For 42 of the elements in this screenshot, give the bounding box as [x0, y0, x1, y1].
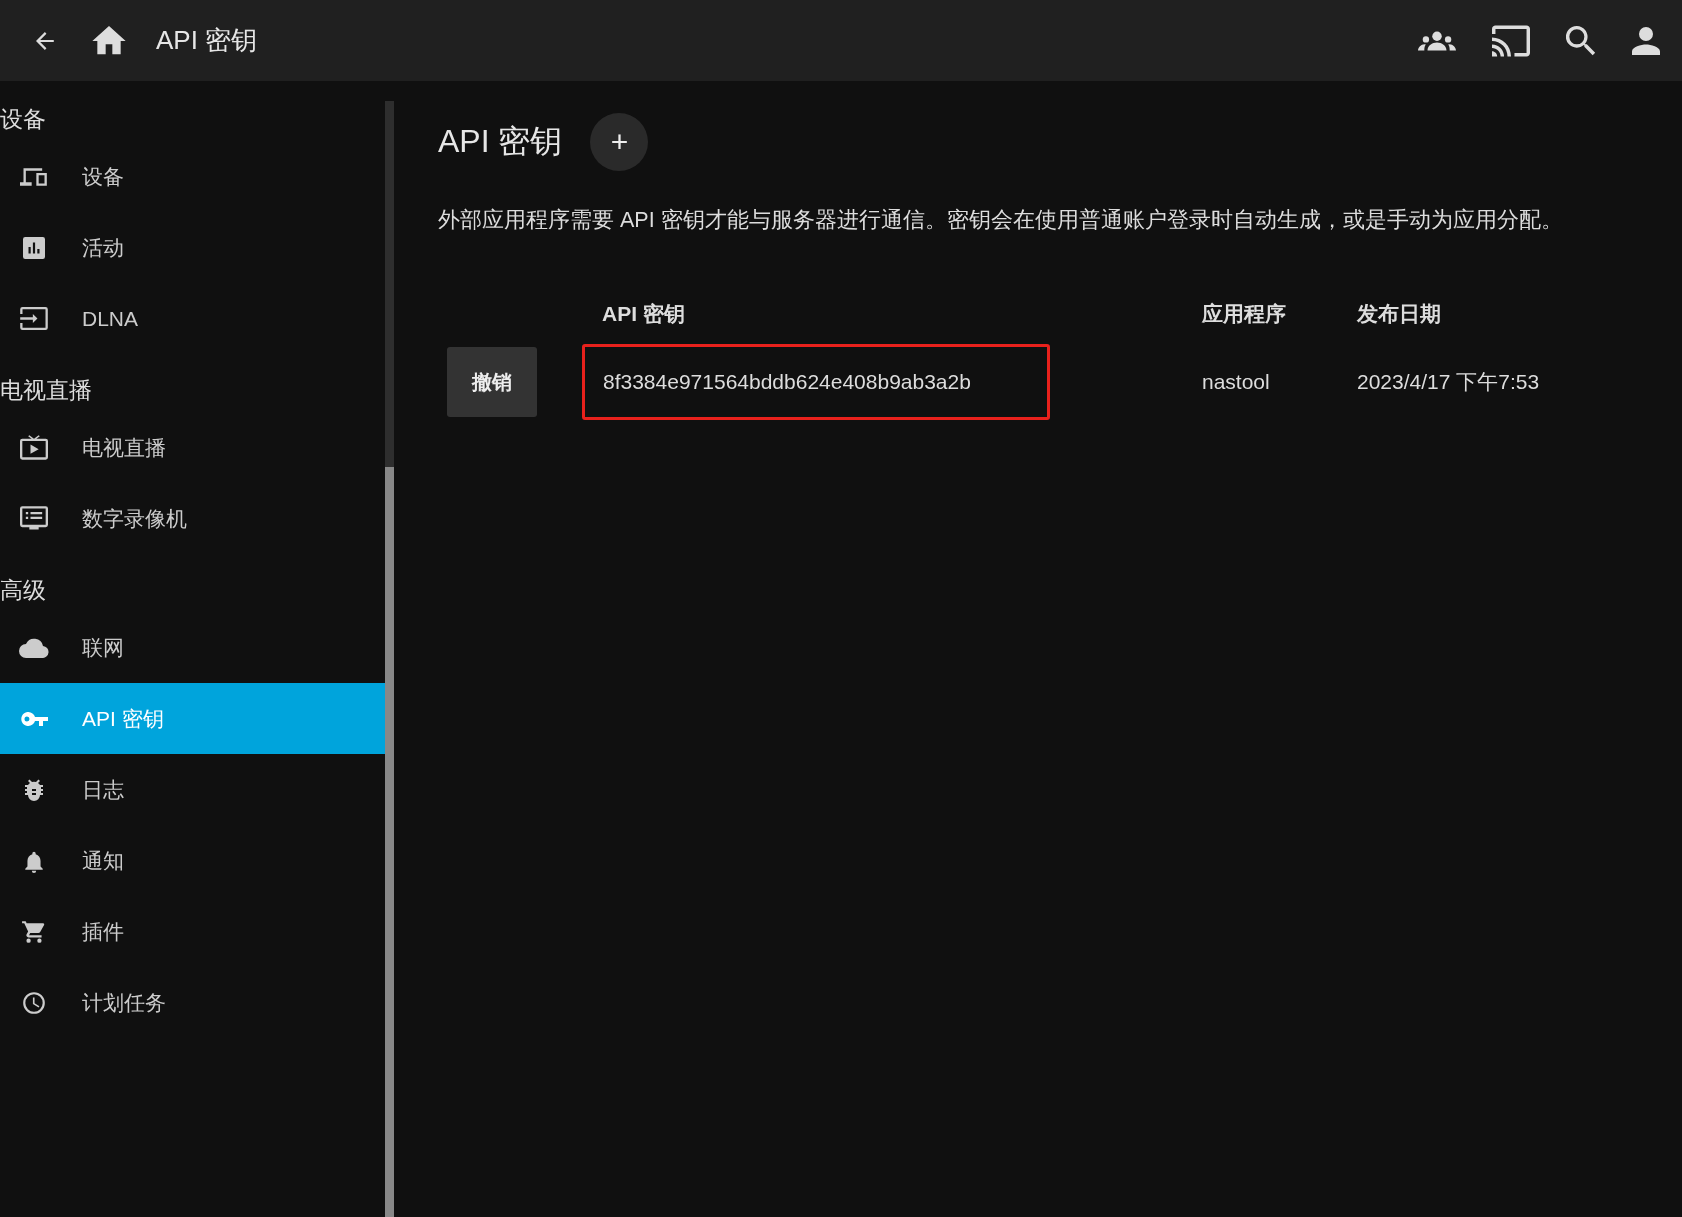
sidebar-item[interactable]: 设备: [0, 141, 385, 212]
cast-icon[interactable]: [1492, 24, 1530, 57]
tv-play-icon: [20, 433, 48, 462]
sidebar-item[interactable]: 电视直播: [0, 412, 385, 483]
sidebar-item[interactable]: 插件: [0, 896, 385, 967]
description-text: 外部应用程序需要 API 密钥才能与服务器进行通信。密钥会在使用普通账户登录时自动生成，或是手动为应用分配。: [438, 207, 1564, 234]
bar-chart-icon: [23, 236, 45, 259]
home-icon[interactable]: [92, 25, 126, 56]
table-cell: 2023/4/17 下午7:53: [1357, 370, 1540, 393]
devices-icon: [20, 166, 48, 187]
bug-icon: [23, 778, 45, 801]
sidebar-item[interactable]: 计划任务: [0, 967, 385, 1038]
scrollbar-track[interactable]: [385, 101, 394, 1217]
sidebar-item[interactable]: DLNA: [0, 283, 385, 354]
column-header: API 密钥: [602, 302, 685, 325]
api-key-cell: 8f3384e971564bddb624e408b9ab3a2b: [582, 344, 1050, 420]
sidebar-item[interactable]: 通知: [0, 825, 385, 896]
section-heading: 电视直播: [0, 376, 93, 405]
table-cell: nastool: [1202, 370, 1270, 393]
page-title: API 密钥: [156, 24, 258, 57]
section-heading: 设备: [0, 105, 47, 134]
input-icon: [20, 307, 48, 330]
key-icon: [20, 711, 48, 726]
column-header: 发布日期: [1357, 302, 1441, 325]
sidebar-item[interactable]: 日志: [0, 754, 385, 825]
sidebar-item[interactable]: 活动: [0, 212, 385, 283]
sidebar-item[interactable]: 数字录像机: [0, 483, 385, 554]
scrollbar-thumb[interactable]: [385, 467, 394, 1217]
section-heading: 高级: [0, 576, 47, 605]
search-icon[interactable]: [1566, 25, 1596, 56]
clock-icon: [21, 989, 47, 1016]
revoke-button[interactable]: 撤销: [447, 347, 537, 417]
monitor-list-icon: [20, 505, 48, 532]
add-button[interactable]: +: [590, 113, 649, 171]
cloud-icon: [19, 637, 49, 658]
users-icon[interactable]: [1418, 30, 1456, 51]
user-icon[interactable]: [1632, 26, 1660, 55]
column-header: 应用程序: [1202, 302, 1286, 325]
back-arrow-icon[interactable]: [36, 30, 56, 51]
section-title: API 密钥: [438, 122, 563, 161]
sidebar-item[interactable]: 联网: [0, 612, 385, 683]
cart-icon: [21, 918, 47, 945]
